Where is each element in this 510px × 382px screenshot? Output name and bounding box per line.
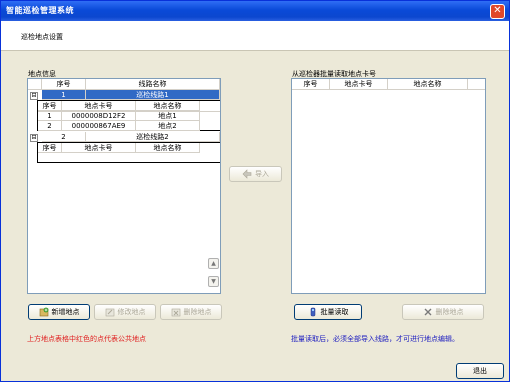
reader-icon [308, 307, 318, 317]
import-button[interactable]: 导入 [229, 166, 282, 182]
reader-grid[interactable]: 序号 地点卡号 地点名称 [291, 78, 486, 294]
window-title: 智能巡检管理系统 [6, 6, 74, 15]
move-up-icon[interactable]: ▲ [208, 258, 219, 269]
page-title: 巡检地点设置 [21, 33, 63, 41]
title-bar: 智能巡检管理系统 ✕ [1, 1, 509, 21]
delete-read-location-button[interactable]: 删除地点 [402, 304, 484, 320]
exit-label: 退出 [473, 367, 487, 375]
edit-icon [105, 307, 115, 317]
col-header-route-name: 线路名称 [86, 79, 220, 89]
header-panel: 巡检地点设置 [1, 21, 509, 51]
edit-location-label: 修改地点 [117, 308, 146, 316]
delete-icon [171, 307, 181, 317]
delete-icon [423, 307, 433, 317]
collapse-icon[interactable]: ⊟ [30, 92, 38, 100]
add-location-icon [39, 307, 49, 317]
col-header-name: 地点名称 [388, 79, 468, 89]
move-down-icon[interactable]: ▼ [208, 276, 219, 287]
main-window: 智能巡检管理系统 ✕ 巡检地点设置 地点信息 序号 线路名称 ⊟ 1 巡检线路1… [0, 0, 510, 382]
route-grid-header: 序号 线路名称 [28, 79, 220, 90]
exit-button[interactable]: 退出 [456, 363, 504, 379]
route-grid[interactable]: 序号 线路名称 ⊟ 1 巡检线路1 序号 地点卡号 地点名称 1 0000008… [27, 78, 221, 294]
batch-read-button[interactable]: 批量读取 [294, 304, 362, 320]
delete-read-location-label: 删除地点 [435, 308, 464, 316]
sub-col-card: 地点卡号 [62, 101, 136, 111]
import-requirement-note: 批量读取后，必须全部导入线路，才可进行地点编辑。 [291, 335, 459, 343]
add-location-button[interactable]: 新增地点 [28, 304, 90, 320]
col-header-no: 序号 [42, 79, 86, 89]
point-row[interactable]: 2 000000867AE9 地点2 [38, 121, 220, 131]
route-2-points: 序号 地点卡号 地点名称 [37, 142, 220, 163]
sub-col-card: 地点卡号 [62, 143, 136, 153]
collapse-icon[interactable]: ⊟ [30, 134, 38, 142]
sub-col-name: 地点名称 [136, 101, 200, 111]
reader-grid-header: 序号 地点卡号 地点名称 [292, 79, 485, 90]
route-name: 巡检线路2 [86, 132, 220, 142]
batch-read-label: 批量读取 [320, 308, 349, 316]
close-button[interactable]: ✕ [490, 4, 505, 19]
delete-location-label: 删除地点 [183, 308, 212, 316]
col-header-no: 序号 [292, 79, 330, 89]
route-no: 1 [42, 90, 86, 100]
route-row-2[interactable]: ⊟ 2 巡检线路2 [28, 132, 220, 142]
delete-location-button[interactable]: 删除地点 [160, 304, 222, 320]
route-no: 2 [42, 132, 86, 142]
route-1-points: 序号 地点卡号 地点名称 1 0000008D12F2 地点1 2 000000… [37, 100, 220, 131]
import-icon [242, 169, 252, 179]
sub-col-no: 序号 [38, 143, 62, 153]
sub-col-name: 地点名称 [136, 143, 200, 153]
public-location-note: 上方地点表格中红色的点代表公共地点 [27, 335, 146, 343]
edit-location-button[interactable]: 修改地点 [94, 304, 156, 320]
sub-col-no: 序号 [38, 101, 62, 111]
point-row[interactable]: 1 0000008D12F2 地点1 [38, 111, 220, 121]
add-location-label: 新增地点 [51, 308, 80, 316]
import-label: 导入 [255, 170, 269, 178]
route-row-1[interactable]: ⊟ 1 巡检线路1 [28, 90, 220, 100]
route-name: 巡检线路1 [86, 90, 220, 100]
col-header-card: 地点卡号 [330, 79, 388, 89]
